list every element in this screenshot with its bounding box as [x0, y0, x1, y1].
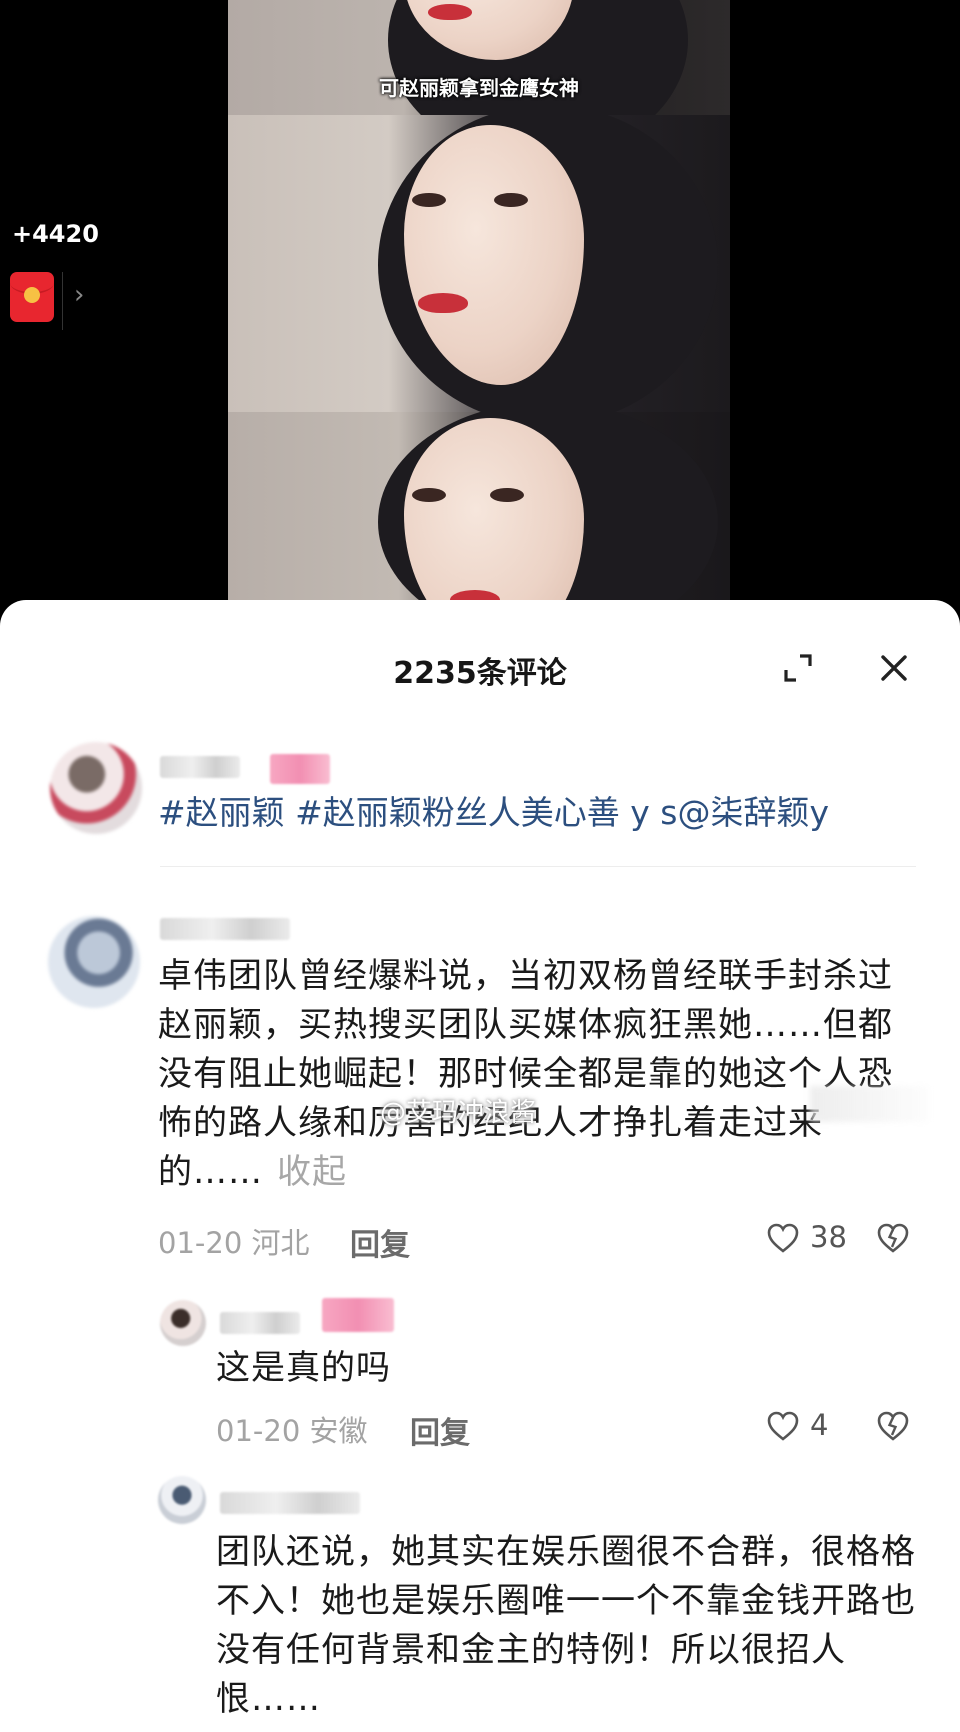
avatar[interactable] [158, 1476, 206, 1524]
video-player[interactable]: 可赵丽颖拿到金鹰女神 [228, 0, 730, 620]
expand-icon[interactable] [782, 652, 814, 684]
video-frame: 可赵丽颖拿到金鹰女神 [228, 0, 730, 115]
heart-icon[interactable] [766, 1222, 800, 1254]
like-count: 38 [810, 1220, 847, 1254]
comment-hashtags[interactable]: #赵丽颖 #赵丽颖粉丝人美心善 y s@柒辞颖y [158, 786, 829, 834]
username[interactable] [220, 1312, 300, 1334]
username[interactable] [160, 918, 290, 940]
red-packet-icon[interactable] [10, 272, 54, 322]
avatar[interactable] [48, 916, 140, 1008]
username[interactable] [160, 756, 240, 778]
reward-counter: +4420 [12, 220, 99, 248]
comment-divider [160, 866, 916, 867]
comment-meta: 01-20 安徽 [216, 1414, 368, 1448]
screen: 可赵丽颖拿到金鹰女神 +4420 › 2235条评论 #赵丽颖 #赵丽颖粉丝人美… [0, 0, 960, 1732]
close-icon[interactable] [878, 652, 910, 684]
avatar[interactable] [160, 1300, 206, 1346]
comment-body: 团队还说，她其实在娱乐圈很不合群，很格格不入！她也是娱乐圈唯一一个不靠金钱开路也… [216, 1532, 916, 1719]
avatar[interactable] [50, 742, 142, 834]
video-frame [228, 115, 730, 412]
comment-body: 这是真的吗 [216, 1348, 391, 1388]
chevron-right-icon[interactable]: › [74, 280, 84, 310]
comment-count-title: 2235条评论 [393, 656, 567, 691]
comment-meta: 01-20 河北 [158, 1226, 310, 1260]
comment-body: 卓伟团队曾经爆料说，当初双杨曾经联手封杀过赵丽颖，买热搜买团队买媒体疯狂黑她……… [158, 956, 893, 1192]
like-count: 4 [810, 1408, 829, 1442]
watermark-tag [810, 1086, 930, 1122]
reply-button[interactable]: 回复 [410, 1408, 470, 1452]
comment-sheet: 2235条评论 #赵丽颖 #赵丽颖粉丝人美心善 y s@柒辞颖y 卓伟团队曾经爆… [0, 600, 960, 1732]
dislike-icon[interactable] [876, 1410, 910, 1442]
user-badge [322, 1298, 394, 1332]
video-frame [228, 412, 730, 620]
comment-text: 卓伟团队曾经爆料说，当初双杨曾经联手封杀过赵丽颖，买热搜买团队买媒体疯狂黑她……… [158, 952, 898, 1197]
divider [62, 272, 63, 330]
heart-icon[interactable] [766, 1410, 800, 1442]
dislike-icon[interactable] [876, 1222, 910, 1254]
video-subtitle: 可赵丽颖拿到金鹰女神 [379, 76, 579, 100]
collapse-link[interactable]: 收起 [277, 1152, 347, 1192]
watermark: @艾玛冲浪酱 [380, 1098, 537, 1128]
user-badge [270, 754, 330, 784]
username[interactable] [220, 1492, 360, 1514]
reply-button[interactable]: 回复 [350, 1220, 410, 1264]
